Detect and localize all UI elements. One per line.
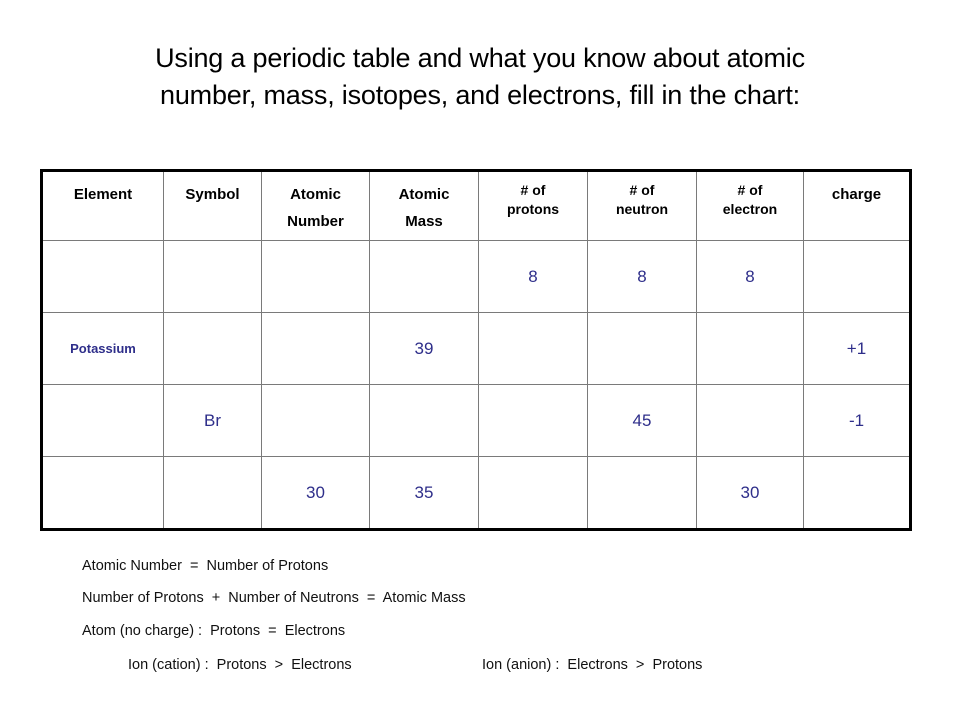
cell-atomic-mass[interactable]: 35 [369, 456, 479, 530]
cell-symbol[interactable]: Br [163, 384, 262, 457]
cell-electrons[interactable] [696, 384, 804, 457]
cell-electrons[interactable]: 8 [696, 240, 804, 313]
table-row: Potassium 39 +1 [41, 312, 911, 385]
page-title: Using a periodic table and what you know… [0, 40, 960, 114]
cell-electrons[interactable]: 30 [696, 456, 804, 530]
element-chart-table: Element Symbol Atomic Number Atomic Mass #… [40, 169, 912, 531]
cell-protons[interactable] [478, 456, 588, 530]
cell-element[interactable] [41, 456, 164, 530]
cell-element[interactable] [41, 240, 164, 313]
cell-neutrons[interactable]: 45 [587, 384, 697, 457]
table-row: 8 8 8 [41, 240, 911, 313]
header-element: Element [41, 170, 164, 241]
header-row: Element Symbol Atomic Number Atomic Mass #… [41, 170, 911, 241]
cell-neutrons[interactable] [587, 312, 697, 385]
note-anion: Ion (anion) : Electrons > Protons [482, 657, 703, 673]
cell-neutrons[interactable]: 8 [587, 240, 697, 313]
cell-charge[interactable] [803, 456, 911, 530]
cell-neutrons[interactable] [587, 456, 697, 530]
header-protons: # of protons [478, 170, 588, 241]
cell-charge[interactable]: +1 [803, 312, 911, 385]
cell-electrons[interactable] [696, 312, 804, 385]
cell-protons[interactable]: 8 [478, 240, 588, 313]
note-cation: Ion (cation) : Protons > Electrons [128, 657, 352, 673]
header-charge: charge [803, 170, 911, 241]
header-atomic-number: Atomic Number [261, 170, 370, 241]
cell-charge[interactable]: -1 [803, 384, 911, 457]
header-electrons: # of electron [696, 170, 804, 241]
table-row: Br 45 -1 [41, 384, 911, 457]
cell-protons[interactable] [478, 312, 588, 385]
cell-atomic-number[interactable] [261, 312, 370, 385]
cell-atomic-number[interactable] [261, 240, 370, 313]
cell-atomic-number[interactable] [261, 384, 370, 457]
note-atom-neutral: Atom (no charge) : Protons = Electrons [82, 623, 346, 639]
header-symbol: Symbol [163, 170, 262, 241]
cell-atomic-mass[interactable] [369, 384, 479, 457]
cell-element[interactable] [41, 384, 164, 457]
cell-element[interactable]: Potassium [41, 312, 164, 385]
header-neutrons: # of neutron [587, 170, 697, 241]
cell-symbol[interactable] [163, 312, 262, 385]
cell-symbol[interactable] [163, 240, 262, 313]
cell-symbol[interactable] [163, 456, 262, 530]
cell-atomic-mass[interactable]: 39 [369, 312, 479, 385]
title-line-1: Using a periodic table and what you know… [155, 43, 805, 73]
title-line-2: number, mass, isotopes, and electrons, f… [160, 80, 800, 110]
cell-atomic-number[interactable]: 30 [261, 456, 370, 530]
cell-atomic-mass[interactable] [369, 240, 479, 313]
cell-charge[interactable] [803, 240, 911, 313]
table-row: 30 35 30 [41, 456, 911, 530]
header-atomic-mass: Atomic Mass [369, 170, 479, 241]
cell-protons[interactable] [478, 384, 588, 457]
note-atomic-mass: Number of Protons + Number of Neutrons =… [82, 590, 466, 606]
note-atomic-number: Atomic Number = Number of Protons [82, 558, 329, 574]
